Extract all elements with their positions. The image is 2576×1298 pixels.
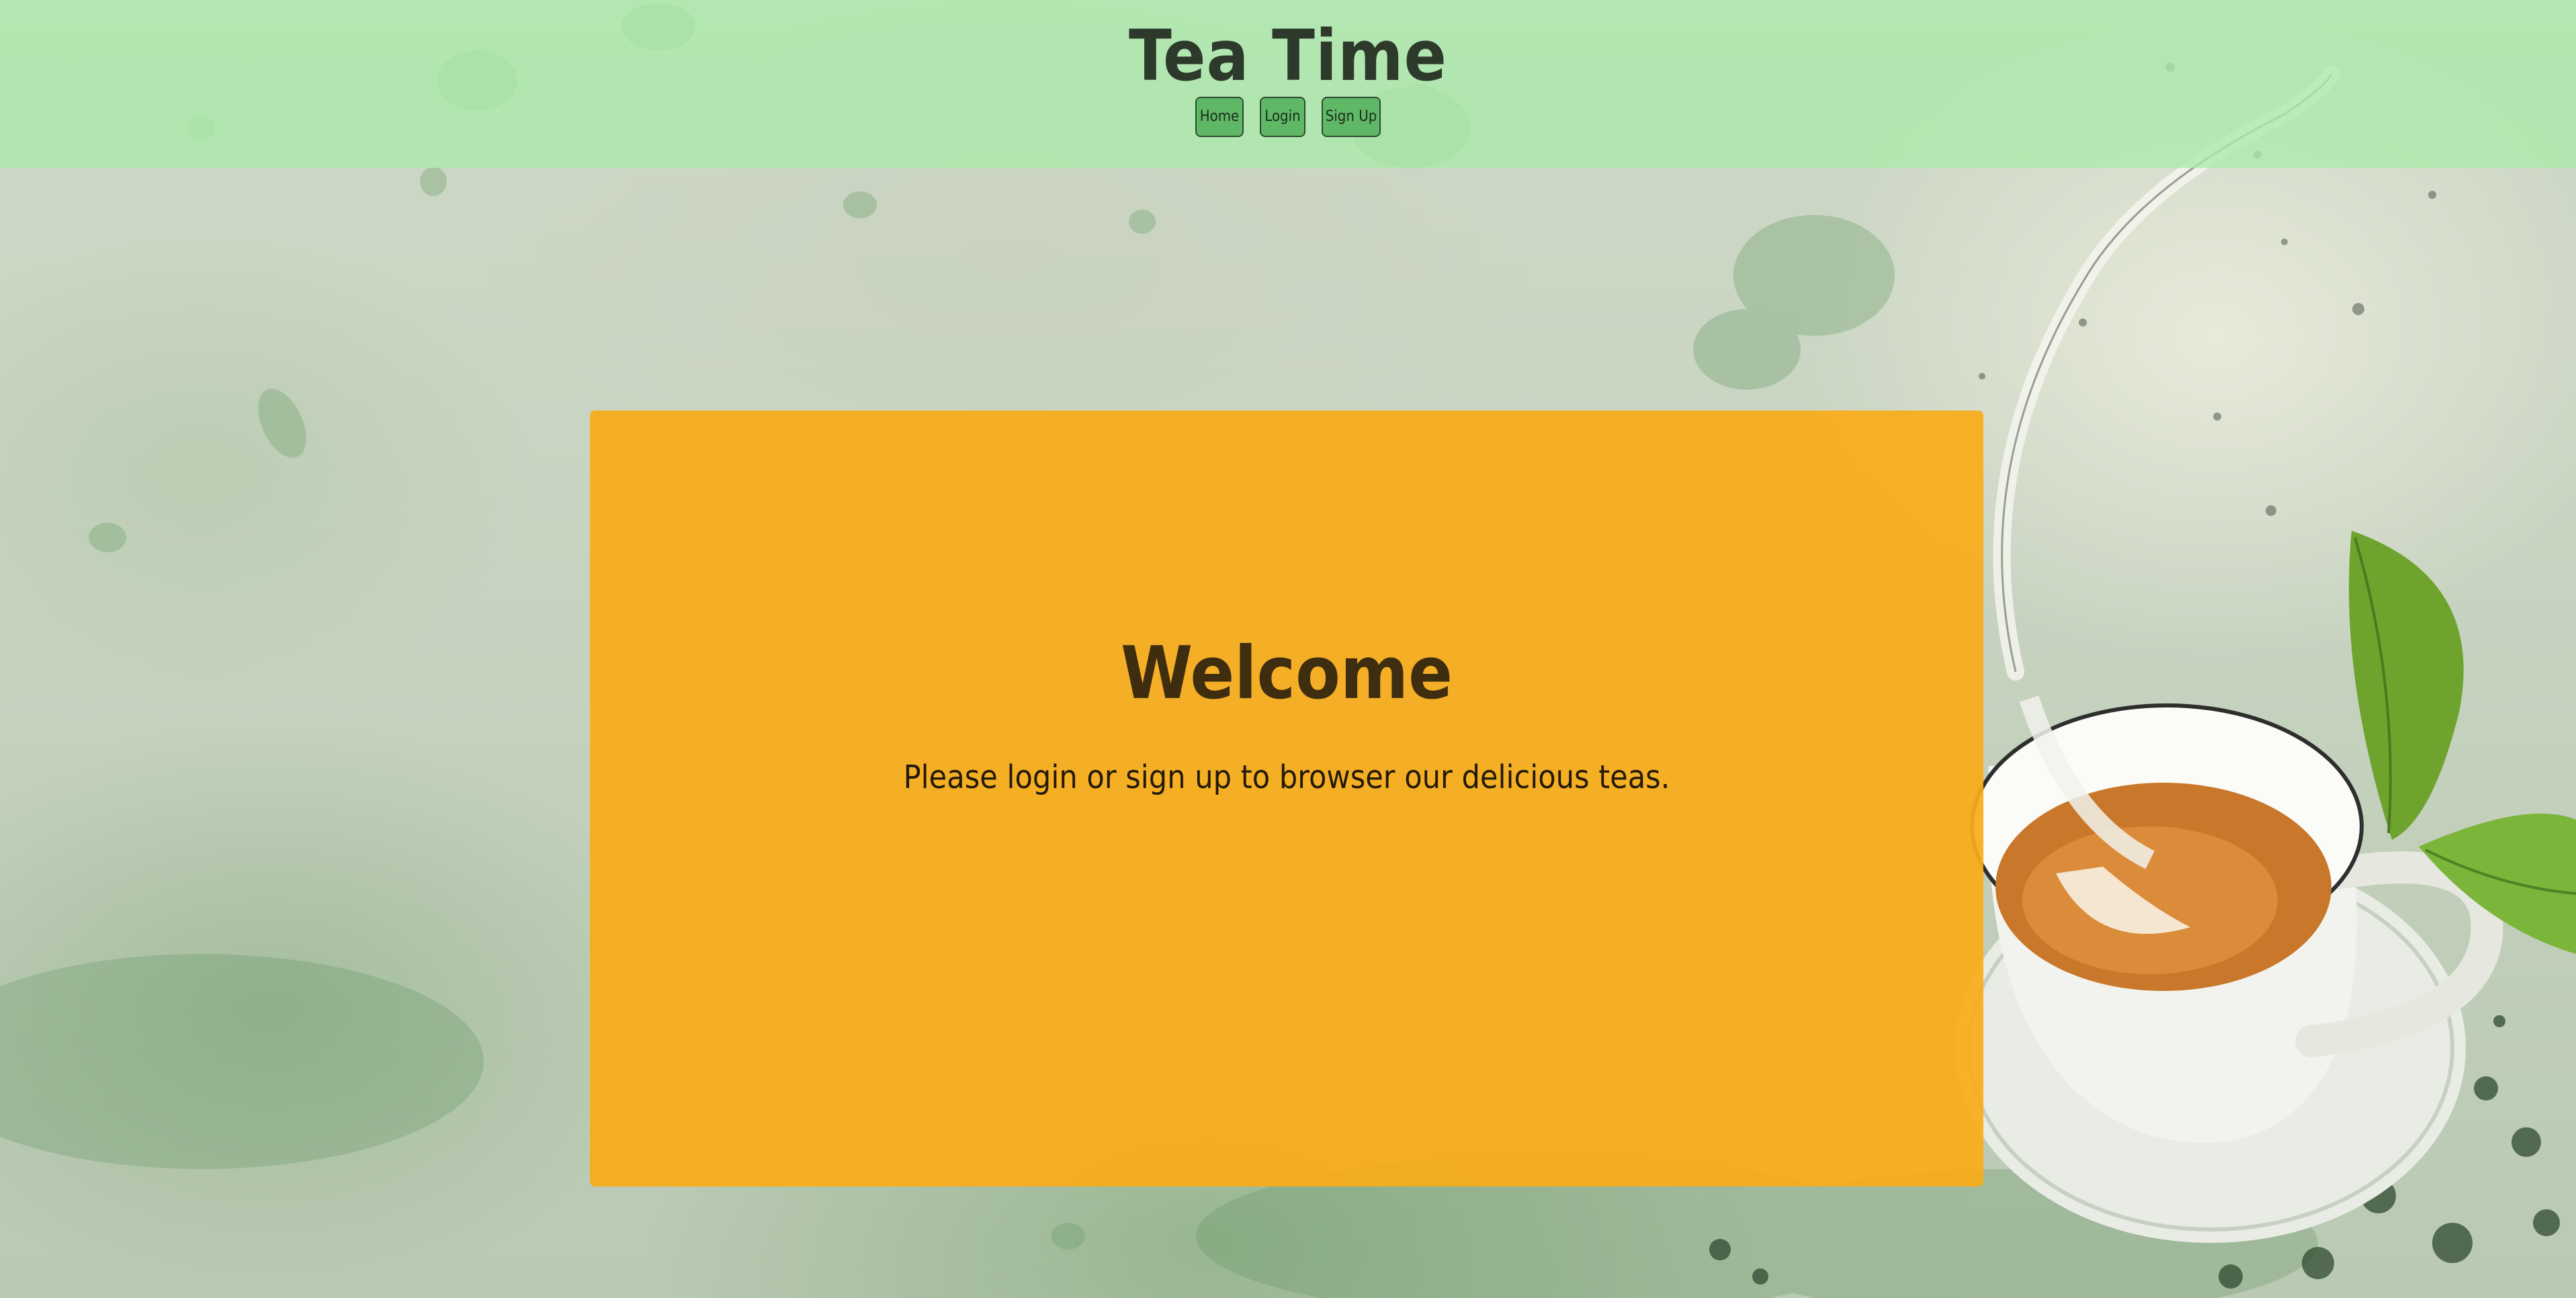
nav-signup-button[interactable]: Sign Up (1322, 97, 1381, 137)
welcome-panel: Welcome Please login or sign up to brows… (590, 410, 1983, 1186)
site-title: Tea Time (1128, 15, 1448, 97)
nav-login-button[interactable]: Login (1260, 97, 1305, 137)
main-nav: Home Login Sign Up (0, 97, 2576, 137)
welcome-message: Please login or sign up to browser our d… (903, 759, 1670, 796)
nav-home-button[interactable]: Home (1195, 97, 1244, 137)
site-header: Tea Time Home Login Sign Up (0, 0, 2576, 168)
welcome-heading: Welcome (1120, 632, 1453, 716)
